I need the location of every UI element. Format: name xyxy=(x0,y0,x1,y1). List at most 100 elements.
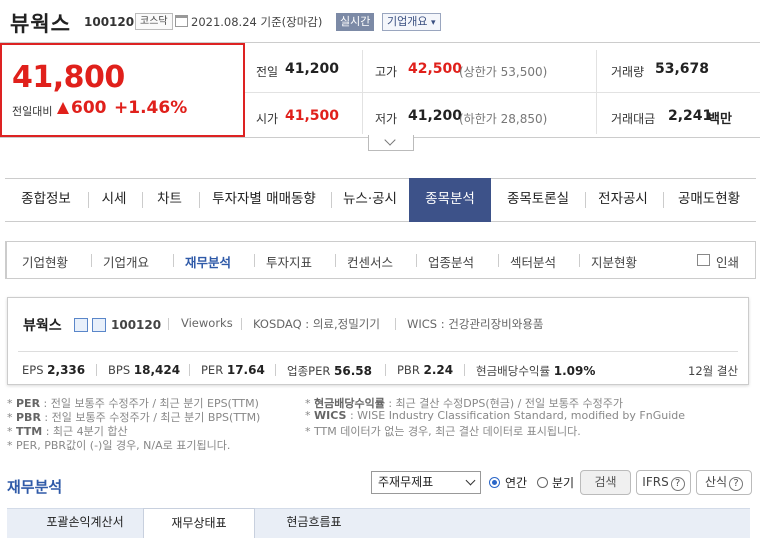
settlement-month: 12월 결산 xyxy=(688,364,739,378)
sub-tab-4[interactable]: 컨센서스 xyxy=(347,252,393,271)
row-divider xyxy=(245,92,760,93)
tab-divider xyxy=(331,192,332,208)
tab-divider xyxy=(142,192,143,208)
note-ttm-missing: * TTM 데이터가 없는 경우, 최근 결산 데이터로 표시됩니다. xyxy=(305,425,581,438)
section-title: 재무분석 xyxy=(7,478,63,496)
calendar-icon xyxy=(175,15,188,27)
sub-tab-5[interactable]: 업종분석 xyxy=(428,252,474,271)
quarter-radio[interactable] xyxy=(537,477,548,488)
stock-code: 100120 xyxy=(84,15,135,29)
tab-divider xyxy=(416,254,417,267)
help-icon: ? xyxy=(670,477,685,491)
change-percent: +1.46% xyxy=(114,98,188,118)
divider xyxy=(464,364,465,376)
trade-amount-label: 거래대금 xyxy=(611,112,656,126)
main-tab-2[interactable]: 차트 xyxy=(142,178,197,222)
main-tab-8[interactable]: 공매도현황 xyxy=(663,178,755,222)
divider xyxy=(241,318,242,330)
statement-type-select[interactable]: 주재무제표 xyxy=(371,471,481,494)
company-name: 뷰웍스 xyxy=(23,318,62,334)
tab-divider xyxy=(335,254,336,267)
chevron-down-icon: ▾ xyxy=(430,18,436,28)
company-code: 100120 xyxy=(111,318,162,332)
metric-dividend-yield: 현금배당수익률 1.09% xyxy=(476,364,596,378)
company-overview-dropdown[interactable]: 기업개요 ▾ xyxy=(382,13,441,31)
print-button[interactable]: 인쇄 xyxy=(716,252,739,271)
prev-close-value: 41,200 xyxy=(285,61,340,77)
sub-tab-2[interactable]: 재무분석 xyxy=(185,252,231,271)
volume-label: 거래량 xyxy=(611,65,645,79)
sub-tab-1[interactable]: 기업개요 xyxy=(103,252,149,271)
metric-industry-per: 업종PER 56.58 xyxy=(287,364,372,378)
main-tab-6[interactable]: 종목토론실 xyxy=(493,178,583,222)
tab-divider xyxy=(173,254,174,267)
formula-button-label: 산식 xyxy=(704,475,728,489)
search-button[interactable]: 검색 xyxy=(580,470,631,495)
statement-tab-0[interactable]: 포괄손익계산서 xyxy=(30,508,140,538)
tab-divider xyxy=(254,254,255,267)
quarter-radio-label[interactable]: 분기 xyxy=(552,474,574,491)
kosdaq-sector: KOSDAQ : 의료,정밀기기 xyxy=(253,317,380,331)
sub-tab-0[interactable]: 기업현황 xyxy=(22,252,68,271)
formula-button[interactable]: 산식? xyxy=(696,470,752,495)
column-divider xyxy=(596,50,597,134)
tab-divider xyxy=(579,254,580,267)
lower-limit: (하한가 28,850) xyxy=(459,112,548,126)
statement-type-value: 주재무제표 xyxy=(378,475,434,489)
main-tab-4[interactable]: 뉴스·공시 xyxy=(331,178,409,222)
main-tab-5[interactable]: 종목분석 xyxy=(409,178,491,222)
trade-amount-unit: 백만 xyxy=(708,112,732,127)
sub-tab-7[interactable]: 지분현황 xyxy=(591,252,637,271)
annual-radio-label[interactable]: 연간 xyxy=(505,474,527,491)
divider xyxy=(189,364,190,376)
up-arrow-icon xyxy=(57,102,69,114)
ir-home-icon[interactable] xyxy=(92,318,106,332)
ifrs-button[interactable]: IFRS? xyxy=(636,470,691,495)
chevron-down-icon xyxy=(465,475,476,486)
volume-value: 53,678 xyxy=(655,61,710,77)
main-tab-0[interactable]: 종합정보 xyxy=(5,178,87,222)
tab-divider xyxy=(199,192,200,208)
expand-price-button[interactable] xyxy=(368,134,414,151)
tab-divider xyxy=(585,192,586,208)
column-divider xyxy=(362,50,363,134)
main-tab-3[interactable]: 투자자별 매매동향 xyxy=(199,178,329,222)
high-label: 고가 xyxy=(375,65,398,79)
current-price: 41,800 xyxy=(12,60,125,95)
note-negative: * PER, PBR값이 (-)일 경우, N/A로 표기됩니다. xyxy=(7,439,231,452)
tab-divider xyxy=(91,254,92,267)
open-value: 41,500 xyxy=(285,108,340,124)
main-tab-1[interactable]: 시세 xyxy=(88,178,140,222)
tab-divider xyxy=(498,254,499,267)
upper-limit: (상한가 53,500) xyxy=(459,65,548,79)
tab-divider xyxy=(88,192,89,208)
statement-tab-2[interactable]: 현금흐름표 xyxy=(258,508,370,538)
divider xyxy=(275,364,276,376)
metric-per: PER 17.64 xyxy=(201,363,265,377)
trade-amount-value: 2,241 xyxy=(668,108,713,124)
market-badge: 코스닥 xyxy=(135,13,173,30)
low-label: 저가 xyxy=(375,112,398,126)
sub-tab-6[interactable]: 섹터분석 xyxy=(510,252,556,271)
prev-close-label: 전일 xyxy=(256,65,279,79)
info-divider xyxy=(18,351,738,352)
base-date: 2021.08.24 기준(장마감) xyxy=(191,15,323,29)
metric-pbr: PBR 2.24 xyxy=(397,363,454,377)
metric-bps: BPS 18,424 xyxy=(108,363,181,377)
home-icon[interactable] xyxy=(74,318,88,332)
statement-tab-1[interactable]: 재무상태표 xyxy=(143,508,255,538)
annual-radio[interactable] xyxy=(489,477,500,488)
divider xyxy=(96,364,97,376)
sub-tab-3[interactable]: 투자지표 xyxy=(266,252,312,271)
realtime-button[interactable]: 실시간 xyxy=(336,13,375,31)
high-value: 42,500 xyxy=(408,61,463,77)
print-icon[interactable] xyxy=(697,254,710,266)
chevron-down-icon xyxy=(384,134,396,146)
low-value: 41,200 xyxy=(408,108,463,124)
stock-name: 뷰웍스 xyxy=(10,12,71,36)
divider xyxy=(385,364,386,376)
company-english-name: Vieworks xyxy=(181,316,233,330)
note-wics: * WICS : WISE Industry Classification St… xyxy=(305,409,685,422)
main-tab-7[interactable]: 전자공시 xyxy=(585,178,661,222)
help-icon: ? xyxy=(729,477,744,491)
